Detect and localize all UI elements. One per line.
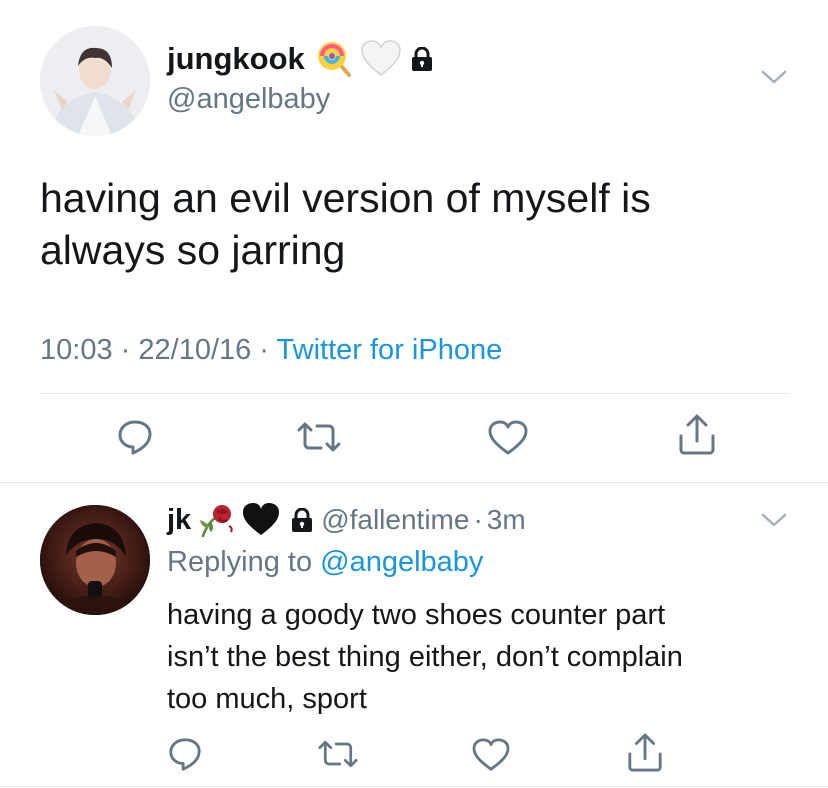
reply-header: jk @fallentime · 3m xyxy=(167,502,526,538)
white-heart-icon xyxy=(361,40,401,78)
chevron-down-icon[interactable] xyxy=(760,68,788,86)
lock-icon xyxy=(291,508,313,532)
display-name[interactable]: jungkook xyxy=(167,40,305,78)
meta-separator: · xyxy=(120,334,131,366)
tweet-source-link[interactable]: Twitter for iPhone xyxy=(277,334,503,366)
lollipop-icon xyxy=(315,39,355,79)
replying-to: Replying to @angelbaby xyxy=(167,544,483,580)
like-heart-icon[interactable] xyxy=(488,420,528,456)
avatar-image xyxy=(40,505,150,615)
meta-separator: · xyxy=(259,334,269,366)
reply-reply-icon[interactable] xyxy=(167,736,203,772)
lock-icon xyxy=(411,47,433,71)
reply-retweet-icon[interactable] xyxy=(318,738,358,770)
meta-separator: · xyxy=(473,504,483,535)
reply-text-line: too much, sport xyxy=(167,683,367,715)
reply-chevron-down-icon[interactable] xyxy=(760,511,788,529)
tweet-handle[interactable]: @angelbaby xyxy=(167,82,330,116)
divider xyxy=(40,393,788,394)
tweet-date[interactable]: 22/10/16 xyxy=(138,334,251,366)
avatar-jk[interactable] xyxy=(40,505,150,615)
reply-age[interactable]: 3m xyxy=(487,502,526,538)
reply-name-emojis xyxy=(197,502,313,538)
share-icon[interactable] xyxy=(677,414,717,456)
reply-text: having a goody two shoes counter part is… xyxy=(167,594,807,720)
tweet-text: having an evil version of myself is alwa… xyxy=(40,172,800,276)
reply-like-heart-icon[interactable] xyxy=(472,738,510,772)
section-divider xyxy=(0,482,828,483)
replying-to-handle[interactable]: @angelbaby xyxy=(320,546,483,578)
reply-icon[interactable] xyxy=(116,418,154,456)
tweet-meta: 10:03 · 22/10/16 · Twitter for iPhone xyxy=(40,332,502,368)
tweet-header: jungkook xyxy=(167,40,433,78)
reply-text-line: isn’t the best thing either, don’t compl… xyxy=(167,641,683,673)
reply-text-line: having a goody two shoes counter part xyxy=(167,599,666,631)
avatar-image xyxy=(40,26,150,136)
bottom-divider xyxy=(0,786,828,787)
reply-share-icon[interactable] xyxy=(626,733,664,773)
avatar-jungkook[interactable] xyxy=(40,26,150,136)
reply-display-name[interactable]: jk xyxy=(167,502,191,538)
tweet-text-line: having an evil version of myself is xyxy=(40,175,651,221)
tweet-text-line: always so jarring xyxy=(40,227,346,273)
black-heart-icon xyxy=(241,502,281,538)
tweet-time[interactable]: 10:03 xyxy=(40,334,113,366)
name-emojis xyxy=(315,39,433,79)
replying-to-label: Replying to xyxy=(167,546,313,578)
retweet-icon[interactable] xyxy=(297,420,341,454)
reply-handle[interactable]: @fallentime xyxy=(321,502,469,538)
wilted-rose-icon xyxy=(197,502,237,538)
